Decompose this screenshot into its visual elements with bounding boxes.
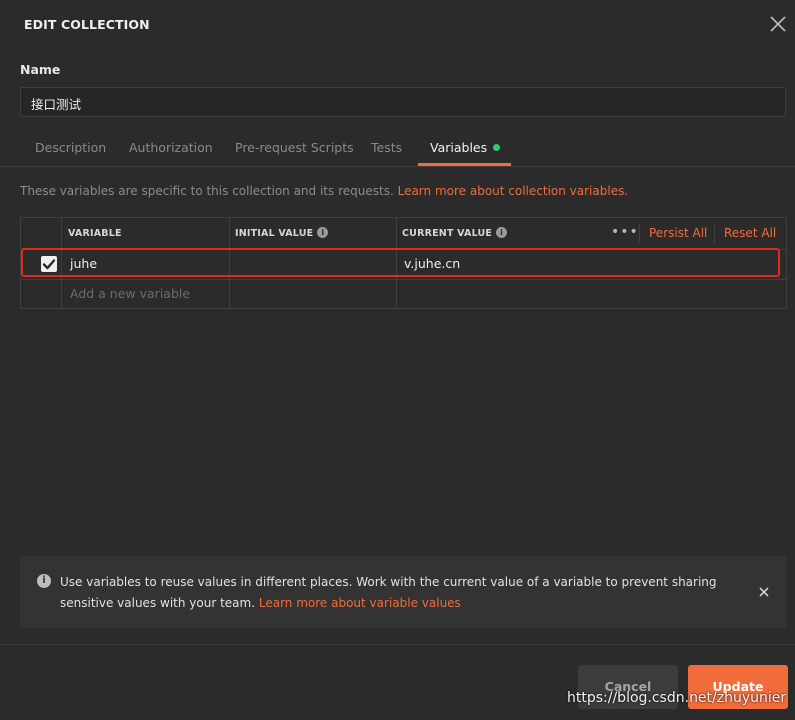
- table-row: juhe v.juhe.cn: [21, 249, 786, 280]
- tab-tests[interactable]: Tests: [371, 140, 402, 155]
- tab-description[interactable]: Description: [35, 140, 106, 155]
- tab-pre-request-scripts[interactable]: Pre-request Scripts: [235, 140, 354, 155]
- header-separator: [639, 224, 640, 243]
- watermark: https://blog.csdn.net/zhuyunier: [567, 690, 787, 706]
- tab-variables[interactable]: Variables: [430, 140, 501, 155]
- header-current-value: CURRENT VALUE i: [402, 227, 508, 239]
- collection-name-input[interactable]: 接口测试: [20, 87, 786, 117]
- persist-all-button[interactable]: Persist All: [649, 226, 707, 240]
- close-icon[interactable]: [757, 584, 771, 598]
- info-icon[interactable]: i: [317, 227, 329, 238]
- notice-text: Use variables to reuse values in differe…: [60, 572, 740, 614]
- new-variable-row: Add a new variable: [21, 279, 786, 308]
- variables-table: VARIABLE INITIAL VALUE i CURRENT VALUE i •…: [20, 217, 787, 309]
- more-options-icon[interactable]: •••: [611, 224, 639, 240]
- table-header-row: VARIABLE INITIAL VALUE i CURRENT VALUE i •…: [21, 218, 786, 250]
- dialog-header: EDIT COLLECTION: [0, 0, 795, 50]
- status-dot-icon: [493, 144, 501, 151]
- tab-variables-label: Variables: [430, 140, 488, 155]
- name-label: Name: [20, 62, 61, 77]
- learn-more-collection-variables-link[interactable]: Learn more about collection variables.: [398, 184, 629, 198]
- enable-variable-checkbox[interactable]: [41, 256, 57, 272]
- check-icon: [42, 259, 56, 270]
- learn-more-variable-values-link[interactable]: Learn more about variable values: [259, 596, 461, 610]
- tab-bar: Description Authorization Pre-request Sc…: [0, 128, 795, 167]
- close-icon[interactable]: [767, 13, 789, 35]
- info-icon[interactable]: i: [496, 227, 508, 238]
- header-variable: VARIABLE: [68, 228, 122, 239]
- variables-info-notice: i Use variables to reuse values in diffe…: [20, 556, 787, 628]
- reset-all-button[interactable]: Reset All: [724, 226, 776, 240]
- edit-collection-dialog: EDIT COLLECTION Name 接口测试 Description Au…: [0, 0, 795, 720]
- info-icon: i: [37, 574, 51, 588]
- header-separator: [714, 224, 715, 243]
- header-current-value-label: CURRENT VALUE: [402, 228, 493, 239]
- variable-name-cell[interactable]: juhe: [70, 256, 97, 271]
- variables-description: These variables are specific to this col…: [20, 184, 628, 198]
- dialog-title: EDIT COLLECTION: [24, 17, 150, 32]
- tab-authorization[interactable]: Authorization: [129, 140, 213, 155]
- header-initial-value: INITIAL VALUE i: [235, 227, 329, 239]
- variables-description-text: These variables are specific to this col…: [20, 184, 394, 198]
- current-value-cell[interactable]: v.juhe.cn: [404, 256, 460, 271]
- add-variable-input[interactable]: Add a new variable: [70, 286, 190, 301]
- footer-divider: [0, 644, 795, 645]
- header-initial-value-label: INITIAL VALUE: [235, 228, 314, 239]
- active-tab-indicator: [418, 163, 511, 166]
